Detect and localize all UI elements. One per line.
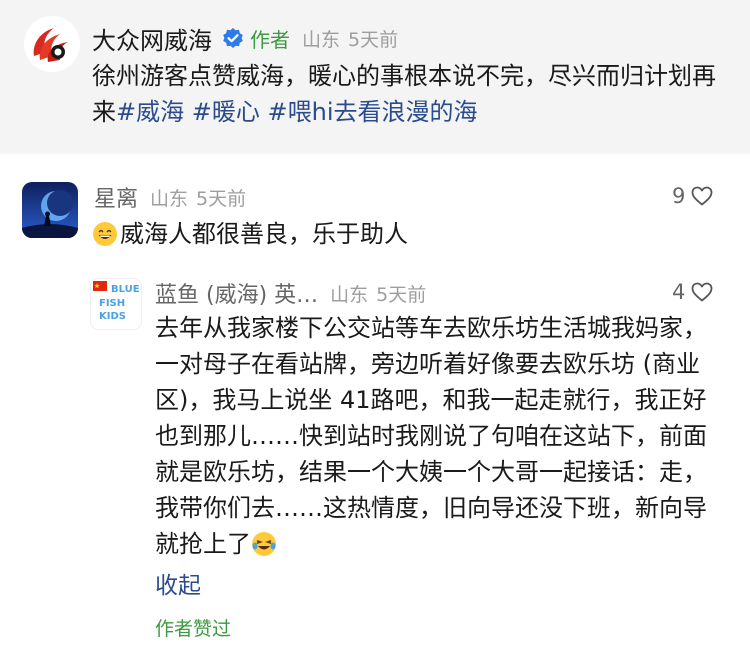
hashtag[interactable]: #暖心 [192, 98, 260, 126]
comment-location: 山东 [150, 187, 189, 210]
like-button[interactable]: 9 [672, 184, 713, 208]
hashtag[interactable]: #威海 [116, 98, 184, 126]
avatar-text: KIDS [99, 311, 126, 322]
comment-1-header: 星离 山东 5天前 [94, 182, 246, 212]
collapse-button[interactable]: 收起 [155, 566, 201, 600]
post-location: 山东 [302, 28, 341, 51]
post-author-row: 大众网威海 作者 山东 5天前 [92, 20, 398, 56]
like-button[interactable]: 4 [672, 280, 713, 304]
dazhong-logo-icon[interactable] [24, 16, 80, 72]
comment-time: 5天前 [196, 187, 247, 210]
hashtag[interactable]: #喂hi去看浪漫的海 [268, 98, 478, 126]
comment-2-text: 去年从我家楼下公交站等车去欧乐坊生活城我妈家，一对母子在看站牌，旁边听着好像要去… [155, 310, 715, 562]
avatar-text: FISH [99, 298, 125, 309]
comment-body: 去年从我家楼下公交站等车去欧乐坊生活城我妈家，一对母子在看站牌，旁边听着好像要去… [155, 314, 707, 558]
author-tag: 作者 [250, 27, 290, 52]
commenter-avatar[interactable] [22, 182, 78, 238]
heart-outline-icon[interactable] [691, 186, 713, 206]
author-liked-badge: 作者赞过 [155, 618, 232, 640]
comment-1-text: 威海人都很善良，乐于助人 [92, 216, 732, 252]
heart-outline-icon[interactable] [691, 282, 713, 302]
verified-check-icon [222, 27, 244, 49]
comment-time: 5天前 [376, 283, 427, 306]
avatar-text: BLUE [111, 284, 140, 295]
commenter-name[interactable]: 星离 [94, 181, 138, 213]
grinning-face-emoji-icon [93, 222, 117, 246]
post-header: 大众网威海 作者 山东 5天前 徐州游客点赞威海，暖心的事根本说不完，尽兴而归计… [0, 0, 750, 154]
post-text: 徐州游客点赞威海，暖心的事根本说不完，尽兴而归计划再来#威海 #暖心 #喂hi去… [92, 58, 732, 130]
commenter-avatar[interactable]: BLUE FISH KIDS [90, 278, 142, 330]
account-name[interactable]: 大众网威海 [92, 21, 212, 56]
china-flag-icon [93, 281, 107, 291]
post-time: 5天前 [348, 28, 399, 51]
like-count: 9 [672, 184, 686, 208]
comment-2-header: 蓝鱼 (威海) 英… 山东 5天前 [155, 278, 426, 308]
comment-body: 威海人都很善良，乐于助人 [120, 220, 408, 248]
commenter-name[interactable]: 蓝鱼 (威海) 英… [155, 277, 318, 309]
laughing-tears-emoji-icon [252, 532, 276, 556]
comment-location: 山东 [330, 283, 369, 306]
like-count: 4 [672, 280, 686, 304]
